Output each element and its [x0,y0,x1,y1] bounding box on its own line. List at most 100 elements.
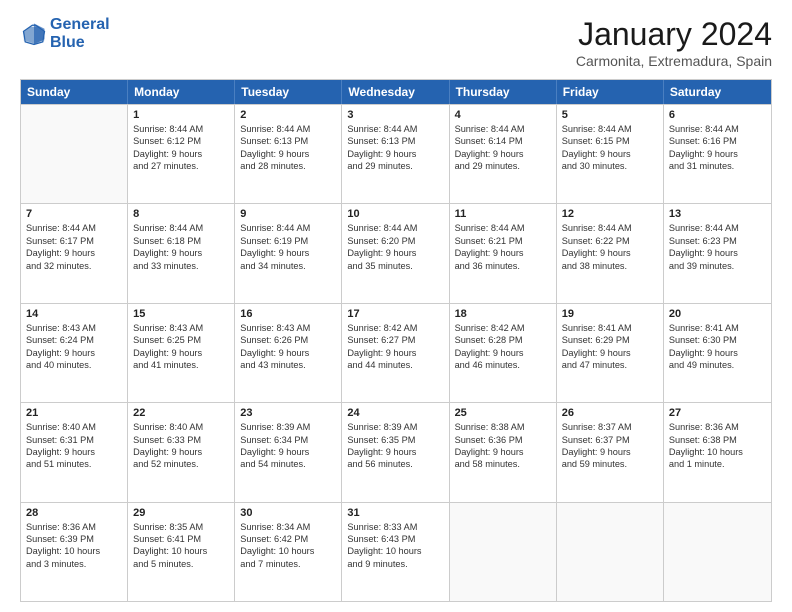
daylight-text-2: and 41 minutes. [133,359,229,371]
sunrise-text: Sunrise: 8:37 AM [562,421,658,433]
sunset-text: Sunset: 6:23 PM [669,235,766,247]
daylight-text-2: and 51 minutes. [26,458,122,470]
sunset-text: Sunset: 6:25 PM [133,334,229,346]
sunset-text: Sunset: 6:34 PM [240,434,336,446]
sunset-text: Sunset: 6:17 PM [26,235,122,247]
calendar-cell: 6Sunrise: 8:44 AMSunset: 6:16 PMDaylight… [664,105,771,203]
daylight-text-2: and 7 minutes. [240,558,336,570]
sunrise-text: Sunrise: 8:44 AM [347,222,443,234]
calendar-row-3: 21Sunrise: 8:40 AMSunset: 6:31 PMDayligh… [21,402,771,501]
sunrise-text: Sunrise: 8:44 AM [133,222,229,234]
daylight-text-1: Daylight: 9 hours [240,247,336,259]
sunset-text: Sunset: 6:30 PM [669,334,766,346]
daylight-text-2: and 31 minutes. [669,160,766,172]
daylight-text-1: Daylight: 9 hours [133,446,229,458]
calendar-row-4: 28Sunrise: 8:36 AMSunset: 6:39 PMDayligh… [21,502,771,601]
calendar-cell: 1Sunrise: 8:44 AMSunset: 6:12 PMDaylight… [128,105,235,203]
calendar-cell: 13Sunrise: 8:44 AMSunset: 6:23 PMDayligh… [664,204,771,302]
calendar-cell: 19Sunrise: 8:41 AMSunset: 6:29 PMDayligh… [557,304,664,402]
calendar-cell: 10Sunrise: 8:44 AMSunset: 6:20 PMDayligh… [342,204,449,302]
day-number: 8 [133,208,229,220]
calendar-cell: 18Sunrise: 8:42 AMSunset: 6:28 PMDayligh… [450,304,557,402]
sunrise-text: Sunrise: 8:41 AM [562,322,658,334]
daylight-text-1: Daylight: 9 hours [347,148,443,160]
sunrise-text: Sunrise: 8:40 AM [133,421,229,433]
sunrise-text: Sunrise: 8:44 AM [669,222,766,234]
day-number: 15 [133,308,229,320]
calendar-cell: 31Sunrise: 8:33 AMSunset: 6:43 PMDayligh… [342,503,449,601]
sunrise-text: Sunrise: 8:44 AM [562,222,658,234]
daylight-text-2: and 9 minutes. [347,558,443,570]
daylight-text-1: Daylight: 9 hours [562,347,658,359]
logo-icon [20,20,48,48]
daylight-text-1: Daylight: 9 hours [455,347,551,359]
daylight-text-1: Daylight: 10 hours [133,545,229,557]
sunset-text: Sunset: 6:42 PM [240,533,336,545]
header-day-friday: Friday [557,80,664,104]
sunset-text: Sunset: 6:41 PM [133,533,229,545]
daylight-text-1: Daylight: 9 hours [240,446,336,458]
calendar-cell: 27Sunrise: 8:36 AMSunset: 6:38 PMDayligh… [664,403,771,501]
day-number: 14 [26,308,122,320]
calendar-cell: 25Sunrise: 8:38 AMSunset: 6:36 PMDayligh… [450,403,557,501]
daylight-text-1: Daylight: 9 hours [669,148,766,160]
daylight-text-2: and 28 minutes. [240,160,336,172]
sunrise-text: Sunrise: 8:36 AM [26,521,122,533]
day-number: 22 [133,407,229,419]
logo-text2: Blue [50,34,110,52]
sunrise-text: Sunrise: 8:44 AM [455,123,551,135]
daylight-text-1: Daylight: 10 hours [26,545,122,557]
daylight-text-2: and 29 minutes. [455,160,551,172]
sunset-text: Sunset: 6:35 PM [347,434,443,446]
calendar-cell: 20Sunrise: 8:41 AMSunset: 6:30 PMDayligh… [664,304,771,402]
calendar-cell: 16Sunrise: 8:43 AMSunset: 6:26 PMDayligh… [235,304,342,402]
sunset-text: Sunset: 6:37 PM [562,434,658,446]
daylight-text-2: and 33 minutes. [133,260,229,272]
daylight-text-2: and 56 minutes. [347,458,443,470]
sunset-text: Sunset: 6:16 PM [669,135,766,147]
daylight-text-2: and 54 minutes. [240,458,336,470]
daylight-text-1: Daylight: 9 hours [455,446,551,458]
daylight-text-1: Daylight: 9 hours [455,148,551,160]
calendar-cell: 23Sunrise: 8:39 AMSunset: 6:34 PMDayligh… [235,403,342,501]
calendar-cell: 22 Sunrise: 8:40 AMSunset: 6:33 PMDayligh… [128,403,235,501]
calendar-cell [664,503,771,601]
location: Carmonita, Extremadura, Spain [576,53,772,69]
day-number: 26 [562,407,658,419]
sunset-text: Sunset: 6:19 PM [240,235,336,247]
daylight-text-2: and 1 minute. [669,458,766,470]
sunrise-text: Sunrise: 8:40 AM [26,421,122,433]
sunrise-text: Sunrise: 8:43 AM [26,322,122,334]
sunset-text: Sunset: 6:21 PM [455,235,551,247]
logo: General Blue [20,16,110,51]
calendar-cell: 30Sunrise: 8:34 AMSunset: 6:42 PMDayligh… [235,503,342,601]
calendar-cell [557,503,664,601]
calendar-cell: 24Sunrise: 8:39 AMSunset: 6:35 PMDayligh… [342,403,449,501]
calendar-cell: 4Sunrise: 8:44 AMSunset: 6:14 PMDaylight… [450,105,557,203]
day-number: 17 [347,308,443,320]
daylight-text-2: and 40 minutes. [26,359,122,371]
calendar-row-0: 1Sunrise: 8:44 AMSunset: 6:12 PMDaylight… [21,104,771,203]
daylight-text-2: and 35 minutes. [347,260,443,272]
daylight-text-2: and 44 minutes. [347,359,443,371]
day-number: 3 [347,109,443,121]
sunset-text: Sunset: 6:36 PM [455,434,551,446]
calendar-cell: 15 Sunrise: 8:43 AMSunset: 6:25 PMDayligh… [128,304,235,402]
sunset-text: Sunset: 6:33 PM [133,434,229,446]
day-number: 21 [26,407,122,419]
sunset-text: Sunset: 6:14 PM [455,135,551,147]
sunrise-text: Sunrise: 8:43 AM [133,322,229,334]
day-number: 27 [669,407,766,419]
day-number: 24 [347,407,443,419]
daylight-text-1: Daylight: 10 hours [240,545,336,557]
daylight-text-2: and 36 minutes. [455,260,551,272]
day-number: 16 [240,308,336,320]
calendar-cell: 7Sunrise: 8:44 AMSunset: 6:17 PMDaylight… [21,204,128,302]
calendar-cell: 14Sunrise: 8:43 AMSunset: 6:24 PMDayligh… [21,304,128,402]
daylight-text-1: Daylight: 9 hours [133,347,229,359]
calendar-cell: 2Sunrise: 8:44 AMSunset: 6:13 PMDaylight… [235,105,342,203]
sunset-text: Sunset: 6:22 PM [562,235,658,247]
sunrise-text: Sunrise: 8:44 AM [133,123,229,135]
sunrise-text: Sunrise: 8:43 AM [240,322,336,334]
sunset-text: Sunset: 6:27 PM [347,334,443,346]
